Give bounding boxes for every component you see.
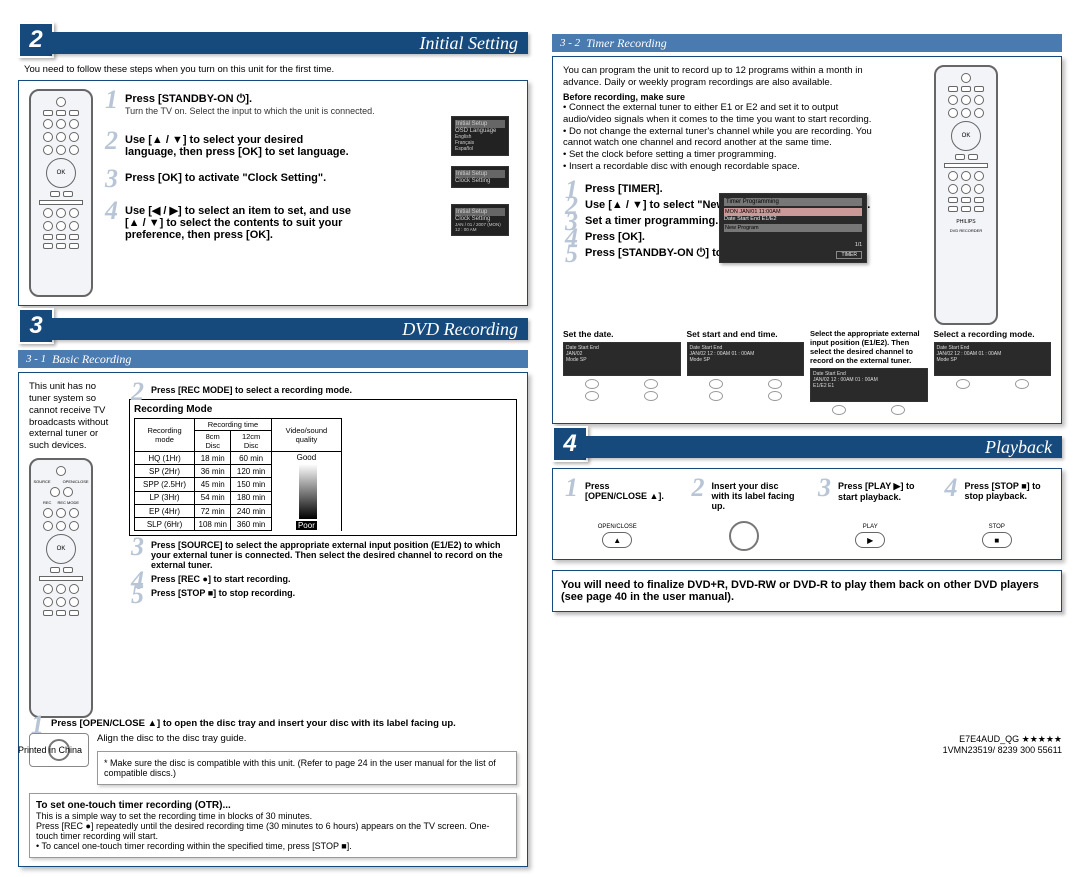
step-title: Insert your disc with its label facing u…: [712, 481, 799, 511]
play-label: PLAY: [816, 524, 925, 530]
step-title: Use [◀ / ▶] to select an item to set, an…: [125, 204, 355, 241]
step-title: Press [REC ●] to start recording.: [151, 574, 517, 584]
play-icon: ▶: [855, 532, 885, 548]
step-num: 4: [945, 473, 958, 503]
section-title: Initial Setting: [48, 32, 528, 54]
align-disc-note: Align the disc to the disc tray guide.: [97, 733, 517, 745]
before-item: • Connect the external tuner to either E…: [563, 102, 873, 126]
playback-finalize-note: You will need to finalize DVD+R, DVD-RW …: [552, 570, 1062, 612]
clock-setting-screenshot: Initial Setup Clock Setting: [451, 166, 509, 188]
mini-tv: Date Start End JAN/02 Mode SP: [563, 342, 681, 376]
recording-mode-table: Recording mode Recording time Video/soun…: [134, 418, 342, 532]
step-title: Press [OPEN/CLOSE ▲].: [585, 481, 672, 501]
mini-tv: Date Start End JAN/02 12 : 00AM 01 : 00A…: [687, 342, 805, 376]
open-close-icon: ▲: [602, 532, 632, 548]
footer-left: Printed in China: [18, 745, 82, 755]
osd-lang-screenshot: Initial Setup OSD Language English Franç…: [451, 116, 509, 156]
step-num: 2: [131, 377, 144, 407]
step-title: Press [STOP ■] to stop recording.: [151, 588, 517, 598]
step-num: 4: [105, 196, 118, 226]
mini-tv: Date Start End JAN/02 12 : 00AM 01 : 00A…: [934, 342, 1052, 376]
step-title: Press [PLAY ▶] to start playback.: [838, 481, 925, 502]
footer-right: E7E4AUD_QG ★★★★★ 1VMN23519/ 8239 300 556…: [943, 734, 1062, 755]
mini-tv: Date Start End JAN/02 12 : 00AM 01 : 00A…: [810, 368, 928, 402]
step-body: Turn the TV on. Select the input to whic…: [125, 106, 517, 116]
step-title: Press [STOP ■] to stop playback.: [965, 481, 1052, 501]
step-num: 1: [565, 473, 578, 503]
set-time-title: Set start and end time.: [687, 329, 805, 339]
timer-recording-subheader: 3 - 2 Timer Recording: [552, 34, 1062, 52]
select-recmode-title: Select a recording mode.: [934, 329, 1052, 339]
otr-body-3: • To cancel one-touch timer recording wi…: [36, 841, 510, 851]
otr-body-2: Press [REC ●] repeatedly until the desir…: [36, 821, 510, 841]
step-num: 3: [105, 164, 118, 194]
step-num: 1: [105, 85, 118, 115]
step-num: 3: [131, 532, 144, 562]
step-num: 5: [565, 239, 578, 269]
remote-illustration-large: SOURCEOPEN/CLOSE RECREC MODE OK: [29, 458, 93, 718]
timer-programming-screenshot: Timer Programming MON JAN/01 11:00AM Dat…: [719, 193, 867, 263]
recording-mode-title: Recording Mode: [134, 404, 512, 415]
step-title: Press [SOURCE] to select the appropriate…: [151, 540, 517, 570]
step-title: Use [▲ / ▼] to select your desired langu…: [125, 134, 355, 158]
compat-note: * Make sure the disc is compatible with …: [97, 751, 517, 785]
stop-label: STOP: [943, 524, 1052, 530]
step-title: Press [OK] to activate "Clock Setting".: [125, 172, 355, 184]
select-input-title: Select the appropriate external input po…: [810, 329, 928, 365]
step-num: 2: [692, 473, 705, 503]
step-title: Press [OPEN/CLOSE ▲] to open the disc tr…: [51, 718, 517, 729]
before-item: • Set the clock before setting a timer p…: [563, 149, 873, 161]
remote-ok-button: OK: [46, 158, 76, 188]
basic-intro: This unit has no tuner system so cannot …: [29, 381, 119, 452]
step-num: 5: [131, 580, 144, 610]
disc-icon: [729, 521, 759, 551]
remote-illustration: OK: [29, 89, 93, 297]
step-title: Press [REC MODE] to select a recording m…: [151, 385, 517, 395]
clock-value-screenshot: Initial Setup Clock Setting JAN / 01 / 2…: [451, 204, 509, 236]
set-date-title: Set the date.: [563, 329, 681, 339]
section-title: DVD Recording: [48, 318, 528, 340]
step-num: 1: [31, 710, 44, 740]
before-recording-title: Before recording, make sure: [563, 92, 873, 102]
step-title: Press [STANDBY-ON ⏻].: [125, 93, 517, 106]
initial-intro: You need to follow these steps when you …: [24, 64, 528, 76]
otr-title: To set one-touch timer recording (OTR)..…: [36, 800, 510, 811]
before-item: • Do not change the external tuner's cha…: [563, 126, 873, 150]
section-title: Playback: [582, 436, 1062, 458]
stop-icon: ■: [982, 532, 1012, 548]
timer-intro: You can program the unit to record up to…: [563, 65, 873, 89]
before-item: • Insert a recordable disc with enough r…: [563, 161, 873, 173]
step-num: 3: [818, 473, 831, 503]
basic-recording-subheader: 3 - 1 Basic Recording: [18, 350, 528, 368]
step-num: 2: [105, 126, 118, 156]
remote-illustration-timer: OK PHILIPS DVD RECORDER: [934, 65, 998, 325]
otr-body-1: This is a simple way to set the recordin…: [36, 811, 510, 821]
open-close-label: OPEN/CLOSE: [563, 524, 672, 530]
